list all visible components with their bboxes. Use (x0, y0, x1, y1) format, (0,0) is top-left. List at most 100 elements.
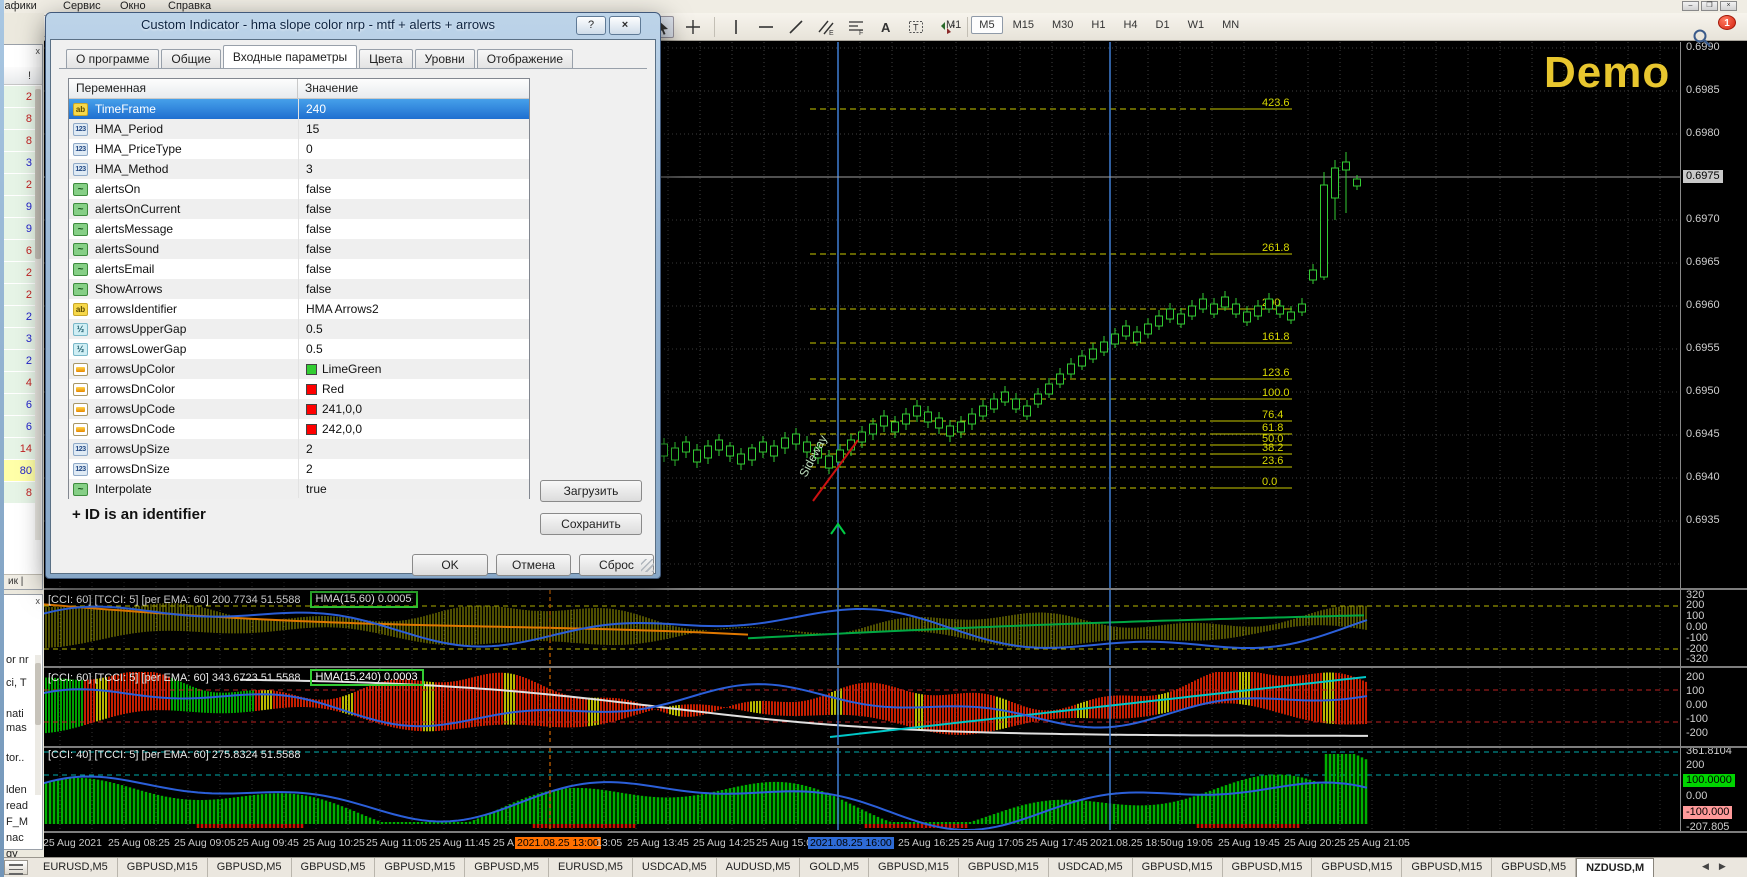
param-row-alertsOn[interactable]: ~ alertsOn false (69, 179, 529, 199)
param-value[interactable]: false (306, 222, 331, 236)
market-watch-row[interactable]: 2 (4, 284, 35, 306)
resize-grip[interactable] (641, 559, 654, 572)
chart-tab-GBPUSD,M15[interactable]: GBPUSD,M15 (1402, 858, 1493, 877)
market-watch-row[interactable]: 8 (4, 130, 35, 152)
chart-tab-GBPUSD,M5[interactable]: GBPUSD,M5 (292, 858, 376, 877)
pane-separator[interactable] (0, 831, 1747, 833)
scrollbar[interactable] (35, 655, 41, 795)
chart-tab-GBPUSD,M15[interactable]: GBPUSD,M15 (959, 858, 1049, 877)
market-watch-row[interactable]: 2 (4, 86, 35, 108)
param-value[interactable]: false (306, 182, 331, 196)
trendline-icon[interactable] (785, 16, 807, 38)
chart-tab-EURUSD,M5[interactable]: EURUSD,M5 (34, 858, 118, 877)
market-watch-row[interactable]: 9 (4, 196, 35, 218)
cancel-button[interactable]: Отмена (496, 554, 571, 576)
param-value[interactable]: 15 (306, 122, 319, 136)
tab-list-button[interactable] (4, 860, 28, 875)
market-watch-row[interactable]: 4 (4, 372, 35, 394)
tab-scroll-arrows[interactable]: ◀▶ (1702, 861, 1736, 872)
timeframe-H4[interactable]: H4 (1115, 16, 1145, 34)
timeframe-D1[interactable]: D1 (1148, 16, 1178, 34)
chart-tab-NZDUSD,M[interactable]: NZDUSD,M (1576, 858, 1655, 877)
param-row-TimeFrame[interactable]: ab TimeFrame 240 (69, 99, 529, 119)
channel-icon[interactable]: E (815, 16, 837, 38)
market-watch-row[interactable]: 6 (4, 240, 35, 262)
param-row-HMA_PriceType[interactable]: 123 HMA_PriceType 0 (69, 139, 529, 159)
chart-tab-USDCAD,M5[interactable]: USDCAD,M5 (633, 858, 717, 877)
market-watch-row[interactable]: 3 (4, 152, 35, 174)
param-value[interactable]: false (306, 202, 331, 216)
chart-tab-AUDUSD,M5[interactable]: AUDUSD,M5 (717, 858, 801, 877)
dialog-tab-Уровни[interactable]: Уровни (414, 49, 475, 68)
market-watch-row[interactable]: 2 (4, 306, 35, 328)
panel-close-icon[interactable]: x (36, 46, 41, 56)
market-watch-row[interactable]: 6 (4, 394, 35, 416)
navigator-item[interactable]: nac (6, 832, 24, 844)
column-variable[interactable]: Переменная (69, 79, 298, 98)
vline-icon[interactable] (725, 16, 747, 38)
indicator-pane-2[interactable]: [CCI: 60] [TCCI: 5] [per EMA: 60] 343.67… (44, 668, 1680, 745)
market-watch-tab[interactable]: ик | (3, 574, 42, 589)
chart-tab-GBPUSD,M5[interactable]: GBPUSD,M5 (208, 858, 292, 877)
market-watch-row[interactable]: 14 (4, 438, 35, 460)
market-watch-row[interactable]: 8 (4, 108, 35, 130)
param-value[interactable]: 241,0,0 (306, 402, 362, 416)
chart-tab-GBPUSD,M15[interactable]: GBPUSD,M15 (1312, 858, 1403, 877)
param-row-arrowsIdentifier[interactable]: ab arrowsIdentifier HMA Arrows2 (69, 299, 529, 319)
param-value[interactable]: 240 (306, 102, 326, 116)
param-value[interactable]: false (306, 242, 331, 256)
param-row-Interpolate[interactable]: ~ Interpolate true (69, 479, 529, 499)
param-row-alertsOnCurrent[interactable]: ~ alertsOnCurrent false (69, 199, 529, 219)
chart-tab-GBPUSD,M5[interactable]: GBPUSD,M5 (1492, 858, 1577, 877)
timeframe-M15[interactable]: M15 (1005, 16, 1042, 34)
param-value[interactable]: HMA Arrows2 (306, 302, 379, 316)
param-value[interactable]: true (306, 482, 327, 496)
chart-tab-GBPUSD,M15[interactable]: GBPUSD,M15 (118, 858, 208, 877)
param-row-HMA_Period[interactable]: 123 HMA_Period 15 (69, 119, 529, 139)
chart-tab-GBPUSD,M15[interactable]: GBPUSD,M15 (375, 858, 466, 877)
timeframe-W1[interactable]: W1 (1180, 16, 1213, 34)
navigator-item[interactable]: F_M (6, 816, 28, 828)
chart-tab-GOLD,M5[interactable]: GOLD,M5 (800, 858, 869, 877)
load-button[interactable]: Загрузить (540, 480, 642, 502)
market-watch-row[interactable]: 2 (4, 174, 35, 196)
market-watch-row[interactable]: 6 (4, 416, 35, 438)
navigator-item[interactable]: nati (6, 708, 24, 720)
dialog-tab-О программе[interactable]: О программе (66, 49, 160, 68)
fibonacci-icon[interactable]: F (845, 16, 867, 38)
timeframe-M1[interactable]: M1 (938, 16, 969, 34)
ok-button[interactable]: OK (412, 554, 488, 576)
param-row-arrowsDnColor[interactable]: arrowsDnColor Red (69, 379, 529, 399)
market-watch-row[interactable]: 2 (4, 262, 35, 284)
crosshair-icon[interactable] (682, 16, 704, 38)
dialog-tab-Входные параметры[interactable]: Входные параметры (222, 45, 358, 68)
pane-separator[interactable] (0, 666, 1747, 668)
dialog-tab-Отображение[interactable]: Отображение (476, 49, 574, 68)
navigator-item[interactable]: read (6, 800, 28, 812)
chart-tab-GBPUSD,M15[interactable]: GBPUSD,M15 (869, 858, 959, 877)
timeframe-M5[interactable]: M5 (971, 16, 1003, 34)
dialog-tab-Общие[interactable]: Общие (161, 49, 221, 68)
param-value[interactable]: 0.5 (306, 342, 323, 356)
hline-icon[interactable] (755, 16, 777, 38)
close-icon[interactable]: × (1720, 1, 1737, 11)
param-row-arrowsUpSize[interactable]: 123 arrowsUpSize 2 (69, 439, 529, 459)
market-watch-row[interactable]: 9 (4, 218, 35, 240)
timeframe-H1[interactable]: H1 (1083, 16, 1113, 34)
scrollbar-thumb[interactable] (35, 663, 41, 725)
param-row-HMA_Method[interactable]: 123 HMA_Method 3 (69, 159, 529, 179)
timeframe-M30[interactable]: M30 (1044, 16, 1081, 34)
chart-tab-USDCAD,M5[interactable]: USDCAD,M5 (1049, 858, 1133, 877)
navigator-item[interactable]: mas (6, 722, 27, 734)
market-watch-row[interactable]: 8 (4, 482, 35, 504)
market-watch-column-header[interactable]: ! (3, 67, 42, 85)
help-button[interactable]: ? (576, 16, 606, 35)
chart-tab-GBPUSD,M5[interactable]: GBPUSD,M5 (465, 858, 550, 877)
param-row-alertsSound[interactable]: ~ alertsSound false (69, 239, 529, 259)
dialog-close-button[interactable]: × (609, 16, 641, 35)
param-row-arrowsUpColor[interactable]: arrowsUpColor LimeGreen (69, 359, 529, 379)
param-value[interactable]: 0 (306, 142, 313, 156)
indicator-pane-3[interactable]: [CCI: 40] [TCCI: 5] [per EMA: 60] 275.83… (44, 748, 1680, 830)
param-row-arrowsUpCode[interactable]: arrowsUpCode 241,0,0 (69, 399, 529, 419)
param-value[interactable]: 242,0,0 (306, 422, 362, 436)
